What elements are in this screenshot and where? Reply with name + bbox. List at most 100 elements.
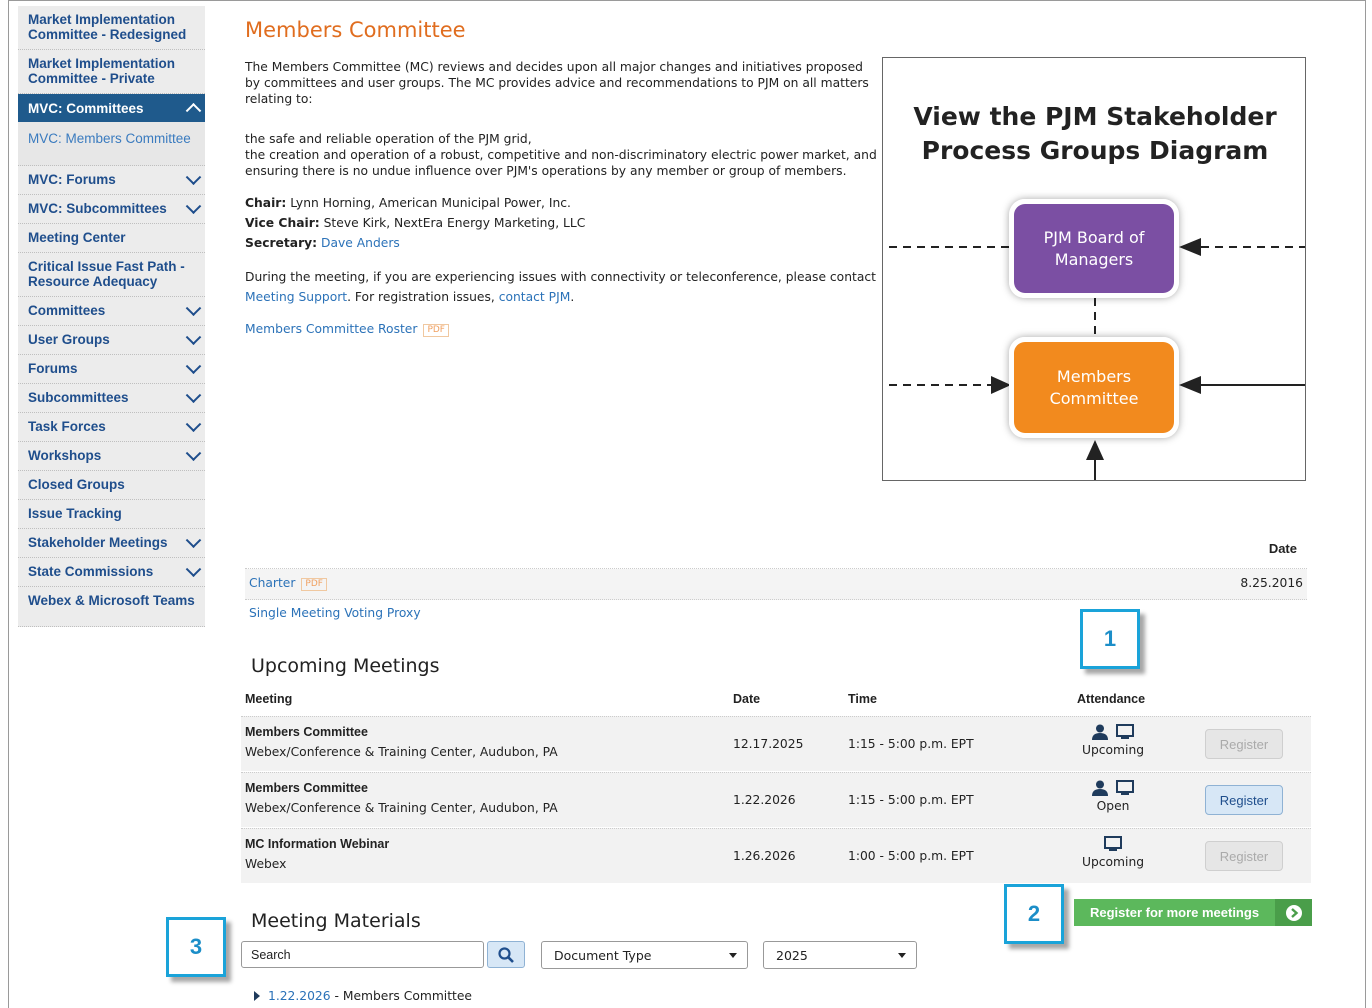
support-text: During the meeting, if you are experienc…	[245, 267, 877, 307]
support-text-part: . For registration issues,	[347, 290, 495, 304]
sidebar-item-label: Subcommittees	[28, 390, 129, 405]
computer-icon	[1116, 780, 1134, 795]
sidebar-item-forums[interactable]: Forums	[18, 355, 205, 384]
sidebar-item-state-commissions[interactable]: State Commissions	[18, 558, 205, 587]
year-select[interactable]: 2025	[763, 941, 917, 969]
meeting-support-link[interactable]: Meeting Support	[245, 290, 347, 304]
sidebar-item-critical-issue[interactable]: Critical Issue Fast Path - Resource Adeq…	[18, 253, 205, 297]
pdf-badge: PDF	[423, 324, 449, 337]
sidebar-item-committees[interactable]: Committees	[18, 297, 205, 326]
sidebar-item-mvc-forums[interactable]: MVC: Forums	[18, 166, 205, 195]
sidebar-item-stakeholder-meetings[interactable]: Stakeholder Meetings	[18, 529, 205, 558]
sidebar-item-mvc-committees[interactable]: MVC: Committees	[18, 94, 205, 122]
sidebar-item-label: Critical Issue Fast Path - Resource Adeq…	[28, 259, 185, 289]
sidebar-item-label: Market Implementation Committee - Redesi…	[28, 12, 187, 42]
meeting-time: 1:15 - 5:00 p.m. EPT	[848, 737, 974, 751]
vice-chair-label: Vice Chair:	[245, 216, 320, 230]
chevron-down-icon[interactable]	[185, 169, 202, 186]
sidebar-item-meeting-center[interactable]: Meeting Center	[18, 224, 205, 253]
attendance-cell: Upcoming	[1063, 721, 1163, 757]
chevron-down-icon[interactable]	[185, 358, 202, 375]
committee-officers: Chair: Lynn Horning, American Municipal …	[245, 193, 877, 253]
chevron-down-icon[interactable]	[185, 561, 202, 578]
search-icon	[498, 946, 514, 963]
sidebar-item-market-implementation-redesigned[interactable]: Market Implementation Committee - Redesi…	[18, 6, 205, 50]
select-value: 2025	[776, 948, 808, 963]
chair-value: Lynn Horning, American Municipal Power, …	[290, 196, 571, 210]
chevron-down-icon	[729, 953, 737, 958]
voting-proxy-link[interactable]: Single Meeting Voting Proxy	[249, 606, 421, 620]
sidebar-item-mvc-subcommittees[interactable]: MVC: Subcommittees	[18, 195, 205, 224]
register-more-meetings-button[interactable]: Register for more meetings	[1074, 899, 1312, 926]
meeting-time: 1:15 - 5:00 p.m. EPT	[848, 793, 974, 807]
sidebar-item-webex-teams[interactable]: Webex & Microsoft Teams	[18, 587, 205, 627]
arrow-right-icon	[1275, 899, 1312, 926]
meeting-row: Members Committee Webex/Conference & Tra…	[241, 772, 1311, 827]
expand-arrow-icon[interactable]	[254, 991, 260, 1001]
sidebar-item-task-forces[interactable]: Task Forces	[18, 413, 205, 442]
attendance-cell: Upcoming	[1063, 833, 1163, 869]
material-title: - Members Committee	[330, 989, 473, 1003]
computer-icon	[1116, 724, 1134, 739]
attendance-column-header: Attendance	[1077, 692, 1146, 706]
select-value: Document Type	[554, 948, 652, 963]
chevron-down-icon[interactable]	[185, 198, 202, 215]
register-button[interactable]: Register	[1205, 729, 1283, 759]
contact-pjm-link[interactable]: contact PJM	[499, 290, 571, 304]
sidebar-item-label: Webex & Microsoft Teams	[28, 593, 195, 608]
secretary-label: Secretary:	[245, 236, 318, 250]
sidebar-item-label: Stakeholder Meetings	[28, 535, 168, 550]
charter-link[interactable]: Charter	[249, 576, 295, 590]
material-entry[interactable]: 1.22.2026 - Members Committee	[254, 989, 472, 1003]
committee-scope: the safe and reliable operation of the P…	[245, 131, 877, 179]
document-row: Single Meeting Voting Proxy	[245, 600, 1307, 630]
sidebar-item-label: Forums	[28, 361, 78, 376]
meeting-column-header: Meeting	[245, 692, 293, 706]
attendance-status: Upcoming	[1081, 855, 1145, 869]
sidebar-item-closed-groups[interactable]: Closed Groups	[18, 471, 205, 500]
meeting-location: Webex/Conference & Training Center, Audu…	[245, 745, 558, 759]
sidebar-item-label: User Groups	[28, 332, 110, 347]
document-row: Charter PDF 8.25.2016	[245, 569, 1307, 600]
sidebar-item-workshops[interactable]: Workshops	[18, 442, 205, 471]
chair-label: Chair:	[245, 196, 287, 210]
members-committee-box[interactable]: Members Committee	[1009, 337, 1179, 438]
box-label: PJM Board of Managers	[1043, 227, 1145, 269]
material-date-link[interactable]: 1.22.2026	[268, 989, 331, 1003]
sidebar-nav: Market Implementation Committee - Redesi…	[18, 6, 205, 627]
computer-icon	[1104, 836, 1122, 851]
support-text-part: During the meeting, if you are experienc…	[245, 270, 876, 284]
documents-header: Date	[245, 541, 1307, 569]
document-type-select[interactable]: Document Type	[541, 941, 748, 969]
sidebar-item-label: Task Forces	[28, 419, 106, 434]
sidebar-item-label: Meeting Center	[28, 230, 126, 245]
secretary-link[interactable]: Dave Anders	[321, 236, 400, 250]
sidebar-item-market-implementation-private[interactable]: Market Implementation Committee - Privat…	[18, 50, 205, 94]
sidebar-item-mvc-members-committee[interactable]: MVC: Members Committee	[18, 122, 205, 166]
time-column-header: Time	[848, 692, 877, 706]
chevron-down-icon[interactable]	[185, 416, 202, 433]
sidebar-item-subcommittees[interactable]: Subcommittees	[18, 384, 205, 413]
chevron-down-icon[interactable]	[185, 387, 202, 404]
meeting-date: 12.17.2025	[733, 737, 804, 751]
chevron-down-icon[interactable]	[185, 532, 202, 549]
chevron-up-icon[interactable]	[185, 102, 202, 119]
chevron-down-icon[interactable]	[185, 300, 202, 317]
meeting-location: Webex/Conference & Training Center, Audu…	[245, 801, 558, 815]
sidebar-item-user-groups[interactable]: User Groups	[18, 326, 205, 355]
attendance-cell: Open	[1063, 777, 1163, 813]
chevron-down-icon[interactable]	[185, 329, 202, 346]
search-button[interactable]	[487, 941, 525, 968]
chevron-down-icon[interactable]	[185, 445, 202, 462]
board-of-managers-box[interactable]: PJM Board of Managers	[1009, 199, 1179, 298]
register-button[interactable]: Register	[1205, 785, 1283, 815]
support-text-part: .	[570, 290, 575, 304]
sidebar-item-issue-tracking[interactable]: Issue Tracking	[18, 500, 205, 529]
meeting-location: Webex	[245, 857, 287, 871]
materials-search-input[interactable]	[241, 941, 484, 968]
roster-link[interactable]: Members Committee Roster	[245, 322, 417, 336]
committee-description: The Members Committee (MC) reviews and d…	[245, 60, 869, 106]
stakeholder-diagram[interactable]: View the PJM Stakeholder Process Groups …	[882, 57, 1306, 481]
register-button[interactable]: Register	[1205, 841, 1283, 871]
sidebar-item-label: Workshops	[28, 448, 102, 463]
